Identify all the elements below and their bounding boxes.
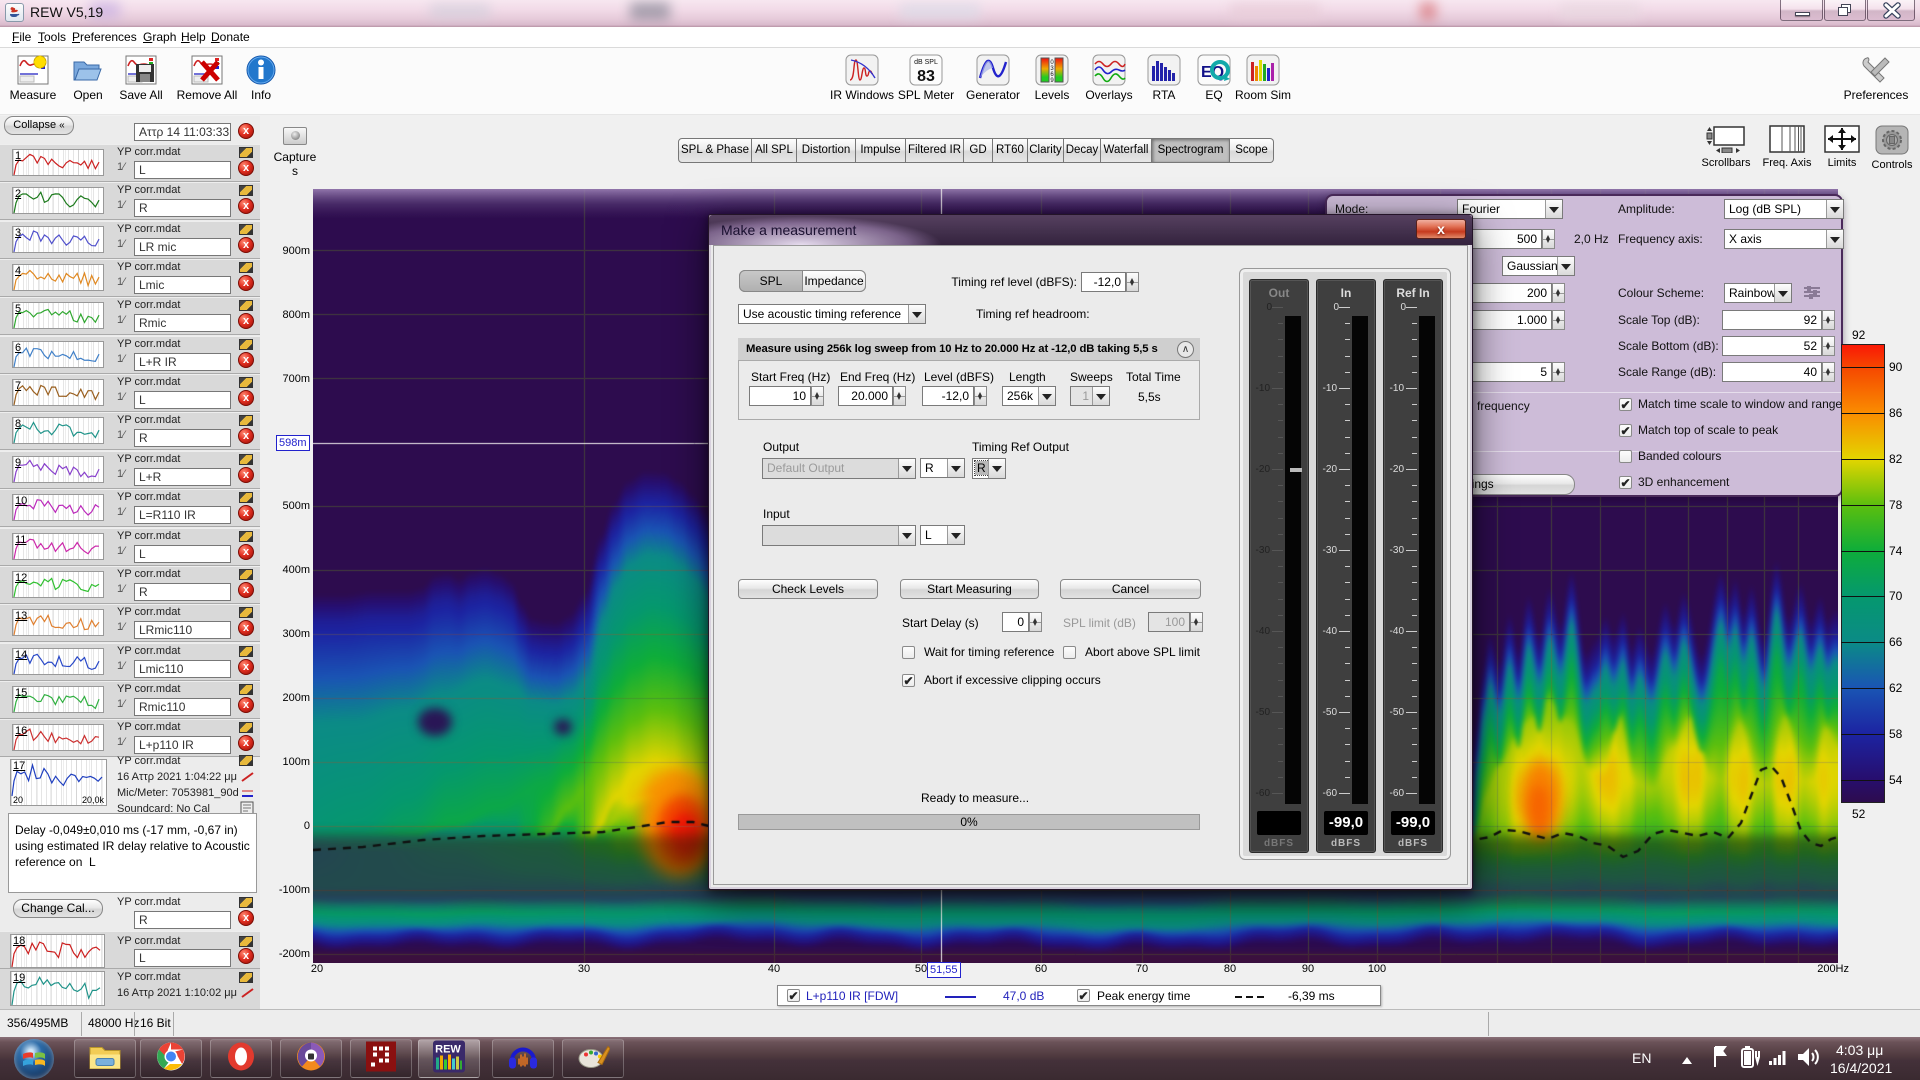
- svg-text:REW: REW: [435, 1043, 461, 1055]
- svg-text:dB SPL: dB SPL: [914, 59, 938, 66]
- svg-text:83: 83: [917, 68, 935, 85]
